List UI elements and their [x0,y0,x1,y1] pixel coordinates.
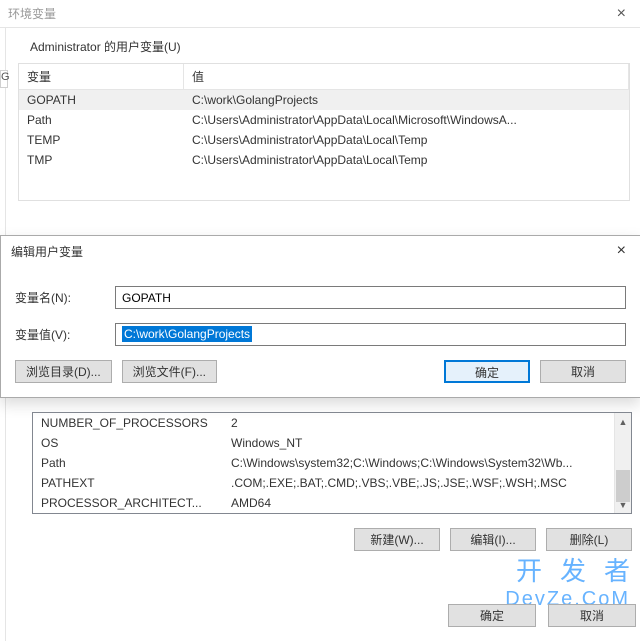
table-row[interactable]: PATHEXT .COM;.EXE;.BAT;.CMD;.VBS;.VBE;.J… [33,473,614,493]
table-row[interactable]: Path C:\Users\Administrator\AppData\Loca… [19,110,629,130]
table-row[interactable]: TMP C:\Users\Administrator\AppData\Local… [19,150,629,170]
user-vars-caption: Administrator 的用户变量(U) [30,38,640,55]
var-name-input[interactable] [115,286,626,309]
watermark: 开发者 DevZe.CoM [505,551,630,611]
cancel-button[interactable]: 取消 [540,360,626,383]
table-row[interactable]: PROCESSOR_ARCHITECT... AMD64 [33,493,614,513]
tab-general-stub: G [0,70,8,88]
window-title: 环境变量 [8,5,611,22]
scroll-up-icon[interactable]: ▲ [615,413,631,430]
edit-sys-var-button[interactable]: 编辑(I)... [450,528,536,551]
cell-var-value: C:\Users\Administrator\AppData\Local\Tem… [184,150,629,170]
var-name-label: 变量名(N): [15,289,115,306]
cell-var-name: Path [33,453,223,473]
sys-vars-table[interactable]: NUMBER_OF_PROCESSORS 2 OS Windows_NT Pat… [32,412,632,514]
cell-var-value: C:\Users\Administrator\AppData\Local\Tem… [184,130,629,150]
table-row[interactable]: Path C:\Windows\system32;C:\Windows;C:\W… [33,453,614,473]
cell-var-value: Windows_NT [223,433,614,453]
watermark-cn: 开发者 [505,551,640,588]
close-icon[interactable]: × [611,5,632,23]
user-vars-table[interactable]: 变量 值 GOPATH C:\work\GolangProjects Path … [19,64,629,200]
cell-var-name: PATHEXT [33,473,223,493]
cell-var-name: Path [19,110,184,130]
var-value-label: 变量值(V): [15,326,115,343]
cell-var-value: C:\work\GolangProjects [184,90,629,110]
browse-dir-button[interactable]: 浏览目录(D)... [15,360,112,383]
delete-sys-var-button[interactable]: 删除(L) [546,528,632,551]
env-ok-button[interactable]: 确定 [448,604,536,627]
cell-var-name: TMP [19,150,184,170]
vertical-scrollbar[interactable]: ▲ ▼ [614,413,631,513]
env-cancel-button[interactable]: 取消 [548,604,636,627]
col-variable[interactable]: 变量 [19,64,184,89]
col-value[interactable]: 值 [184,64,629,89]
scroll-thumb[interactable] [616,470,630,502]
cell-var-name: GOPATH [19,90,184,110]
new-sys-var-button[interactable]: 新建(W)... [354,528,440,551]
browse-file-button[interactable]: 浏览文件(F)... [122,360,217,383]
window-titlebar: 环境变量 × [0,0,640,28]
table-row[interactable]: NUMBER_OF_PROCESSORS 2 [33,413,614,433]
cell-var-value: AMD64 [223,493,614,513]
edit-user-variable-dialog: 编辑用户变量 × 变量名(N): 变量值(V): C:\work\GolangP… [0,235,640,398]
cell-var-name: NUMBER_OF_PROCESSORS [33,413,223,433]
ok-button[interactable]: 确定 [444,360,530,383]
cell-var-name: PROCESSOR_ARCHITECT... [33,493,223,513]
table-row[interactable]: OS Windows_NT [33,433,614,453]
dialog-title: 编辑用户变量 [11,243,605,260]
scroll-track[interactable] [615,430,631,496]
cell-var-value: 2 [223,413,614,433]
table-row[interactable]: TEMP C:\Users\Administrator\AppData\Loca… [19,130,629,150]
selected-text: C:\work\GolangProjects [122,326,252,342]
cell-var-name: OS [33,433,223,453]
cell-var-value: C:\Users\Administrator\AppData\Local\Mic… [184,110,629,130]
close-icon[interactable]: × [605,238,638,264]
cell-var-name: TEMP [19,130,184,150]
var-value-input[interactable]: C:\work\GolangProjects [115,323,626,346]
dialog-titlebar[interactable]: 编辑用户变量 × [1,236,640,266]
cell-var-value: .COM;.EXE;.BAT;.CMD;.VBS;.VBE;.JS;.JSE;.… [223,473,614,493]
table-row[interactable]: GOPATH C:\work\GolangProjects [19,90,629,110]
table-header: 变量 值 [19,64,629,90]
cell-var-value: C:\Windows\system32;C:\Windows;C:\Window… [223,453,614,473]
